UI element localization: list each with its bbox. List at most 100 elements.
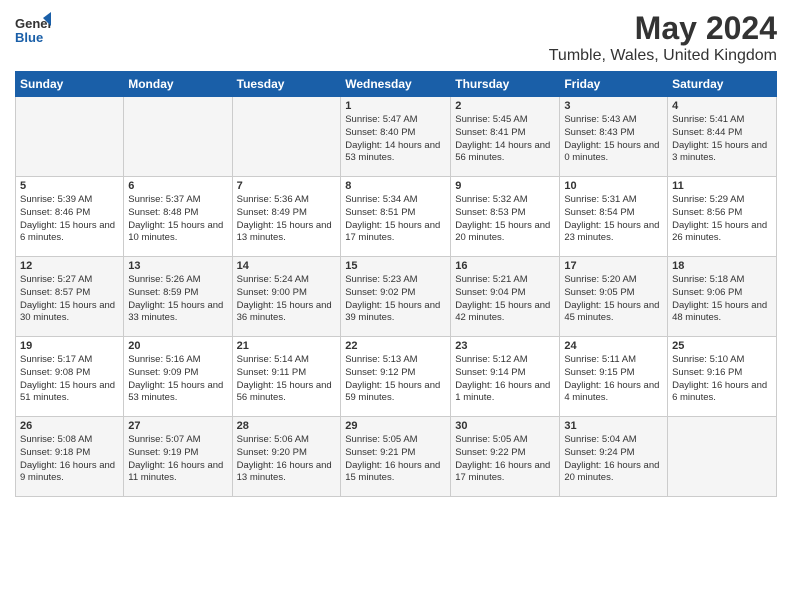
day-info: Sunrise: 5:39 AMSunset: 8:46 PMDaylight:… [20, 194, 119, 245]
svg-text:Blue: Blue [15, 30, 43, 45]
day-info: Sunrise: 5:20 AMSunset: 9:05 PMDaylight:… [564, 274, 663, 325]
week-row-4: 19 Sunrise: 5:17 AMSunset: 9:08 PMDayligh… [16, 337, 777, 417]
day-number: 3 [564, 100, 663, 112]
day-number: 5 [20, 180, 119, 192]
day-cell-1-1: 6Sunrise: 5:37 AMSunset: 8:48 PMDaylight… [124, 177, 232, 257]
day-info: Sunrise: 5:41 AMSunset: 8:44 PMDaylight:… [672, 114, 772, 165]
header: General Blue May 2024 Tumble, Wales, Uni… [15, 10, 777, 65]
day-info: Sunrise: 5:14 AMSunset: 9:11 PMDaylight:… [237, 354, 337, 405]
day-cell-4-0: 26 Sunrise: 5:08 AMSunset: 9:18 PMDayligh… [16, 417, 124, 497]
day-info: Sunrise: 5:05 AMSunset: 9:21 PMDaylight:… [345, 434, 446, 485]
day-info: Sunrise: 5:04 AMSunset: 9:24 PMDaylight:… [564, 434, 663, 485]
day-cell-3-5: 24Sunrise: 5:11 AMSunset: 9:15 PMDayligh… [560, 337, 668, 417]
day-number: 10 [564, 180, 663, 192]
day-cell-1-2: 7Sunrise: 5:36 AMSunset: 8:49 PMDaylight… [232, 177, 341, 257]
day-info: Sunrise: 5:32 AMSunset: 8:53 PMDaylight:… [455, 194, 555, 245]
header-wednesday: Wednesday [341, 72, 451, 97]
day-cell-2-0: 12 Sunrise: 5:27 AMSunset: 8:57 PMDayligh… [16, 257, 124, 337]
day-info: Sunrise: 5:12 AMSunset: 9:14 PMDaylight:… [455, 354, 555, 405]
day-number: 19 [20, 340, 119, 352]
day-info: Sunrise: 5:31 AMSunset: 8:54 PMDaylight:… [564, 194, 663, 245]
day-number: 23 [455, 340, 555, 352]
day-number: 26 [20, 420, 119, 432]
day-number: 6 [128, 180, 227, 192]
day-info: Sunrise: 5:29 AMSunset: 8:56 PMDaylight:… [672, 194, 772, 245]
day-info: Sunrise: 5:16 AMSunset: 9:09 PMDaylight:… [128, 354, 227, 405]
day-cell-1-4: 9 Sunrise: 5:32 AMSunset: 8:53 PMDaylight… [451, 177, 560, 257]
day-info: Sunrise: 5:23 AMSunset: 9:02 PMDaylight:… [345, 274, 446, 325]
day-cell-2-1: 13Sunrise: 5:26 AMSunset: 8:59 PMDayligh… [124, 257, 232, 337]
day-cell-3-4: 23 Sunrise: 5:12 AMSunset: 9:14 PMDayligh… [451, 337, 560, 417]
day-number: 24 [564, 340, 663, 352]
day-number: 15 [345, 260, 446, 272]
day-cell-0-5: 3Sunrise: 5:43 AMSunset: 8:43 PMDaylight… [560, 97, 668, 177]
day-cell-1-6: 11 Sunrise: 5:29 AMSunset: 8:56 PMDayligh… [668, 177, 777, 257]
day-cell-2-4: 16Sunrise: 5:21 AMSunset: 9:04 PMDayligh… [451, 257, 560, 337]
day-number: 25 [672, 340, 772, 352]
week-row-3: 12 Sunrise: 5:27 AMSunset: 8:57 PMDayligh… [16, 257, 777, 337]
day-cell-1-0: 5 Sunrise: 5:39 AMSunset: 8:46 PMDaylight… [16, 177, 124, 257]
day-info: Sunrise: 5:06 AMSunset: 9:20 PMDaylight:… [237, 434, 337, 485]
day-cell-0-4: 2Sunrise: 5:45 AMSunset: 8:41 PMDaylight… [451, 97, 560, 177]
header-saturday: Saturday [668, 72, 777, 97]
day-number: 13 [128, 260, 227, 272]
day-cell-1-5: 10 Sunrise: 5:31 AMSunset: 8:54 PMDayligh… [560, 177, 668, 257]
day-info: Sunrise: 5:36 AMSunset: 8:49 PMDaylight:… [237, 194, 337, 245]
logo-icon: General Blue [15, 10, 51, 46]
day-number: 20 [128, 340, 227, 352]
header-friday: Friday [560, 72, 668, 97]
day-info: Sunrise: 5:08 AMSunset: 9:18 PMDaylight:… [20, 434, 119, 485]
day-cell-4-5: 31 Sunrise: 5:04 AMSunset: 9:24 PMDayligh… [560, 417, 668, 497]
day-number: 30 [455, 420, 555, 432]
day-number: 27 [128, 420, 227, 432]
day-cell-4-6 [668, 417, 777, 497]
day-number: 17 [564, 260, 663, 272]
day-info: Sunrise: 5:18 AMSunset: 9:06 PMDaylight:… [672, 274, 772, 325]
main-title: May 2024 [549, 10, 777, 47]
header-sunday: Sunday [16, 72, 124, 97]
day-cell-3-6: 25 Sunrise: 5:10 AMSunset: 9:16 PMDayligh… [668, 337, 777, 417]
logo: General Blue [15, 10, 51, 51]
day-number: 4 [672, 100, 772, 112]
day-info: Sunrise: 5:34 AMSunset: 8:51 PMDaylight:… [345, 194, 446, 245]
day-number: 2 [455, 100, 555, 112]
day-cell-3-0: 19 Sunrise: 5:17 AMSunset: 9:08 PMDayligh… [16, 337, 124, 417]
day-info: Sunrise: 5:47 AMSunset: 8:40 PMDaylight:… [345, 114, 446, 165]
week-row-1: 1 Sunrise: 5:47 AMSunset: 8:40 PMDaylight… [16, 97, 777, 177]
day-cell-2-6: 18Sunrise: 5:18 AMSunset: 9:06 PMDayligh… [668, 257, 777, 337]
day-cell-3-2: 21Sunrise: 5:14 AMSunset: 9:11 PMDayligh… [232, 337, 341, 417]
day-number: 28 [237, 420, 337, 432]
day-cell-3-1: 20 Sunrise: 5:16 AMSunset: 9:09 PMDayligh… [124, 337, 232, 417]
header-monday: Monday [124, 72, 232, 97]
calendar-table: Sunday Monday Tuesday Wednesday Thursday… [15, 71, 777, 497]
week-row-2: 5 Sunrise: 5:39 AMSunset: 8:46 PMDaylight… [16, 177, 777, 257]
page: General Blue May 2024 Tumble, Wales, Uni… [0, 0, 792, 612]
day-number: 12 [20, 260, 119, 272]
day-info: Sunrise: 5:10 AMSunset: 9:16 PMDaylight:… [672, 354, 772, 405]
day-cell-0-6: 4 Sunrise: 5:41 AMSunset: 8:44 PMDaylight… [668, 97, 777, 177]
day-info: Sunrise: 5:05 AMSunset: 9:22 PMDaylight:… [455, 434, 555, 485]
day-cell-4-3: 29 Sunrise: 5:05 AMSunset: 9:21 PMDayligh… [341, 417, 451, 497]
day-number: 9 [455, 180, 555, 192]
day-cell-2-2: 14Sunrise: 5:24 AMSunset: 9:00 PMDayligh… [232, 257, 341, 337]
day-cell-3-3: 22Sunrise: 5:13 AMSunset: 9:12 PMDayligh… [341, 337, 451, 417]
subtitle: Tumble, Wales, United Kingdom [549, 47, 777, 65]
title-block: May 2024 Tumble, Wales, United Kingdom [549, 10, 777, 65]
day-number: 1 [345, 100, 446, 112]
day-cell-4-2: 28 Sunrise: 5:06 AMSunset: 9:20 PMDayligh… [232, 417, 341, 497]
day-cell-4-4: 30 Sunrise: 5:05 AMSunset: 9:22 PMDayligh… [451, 417, 560, 497]
day-cell-0-3: 1 Sunrise: 5:47 AMSunset: 8:40 PMDaylight… [341, 97, 451, 177]
day-cell-0-0 [16, 97, 124, 177]
day-info: Sunrise: 5:24 AMSunset: 9:00 PMDaylight:… [237, 274, 337, 325]
calendar-header-row: Sunday Monday Tuesday Wednesday Thursday… [16, 72, 777, 97]
day-number: 16 [455, 260, 555, 272]
day-number: 31 [564, 420, 663, 432]
day-cell-4-1: 27 Sunrise: 5:07 AMSunset: 9:19 PMDayligh… [124, 417, 232, 497]
day-number: 11 [672, 180, 772, 192]
day-cell-1-3: 8Sunrise: 5:34 AMSunset: 8:51 PMDaylight… [341, 177, 451, 257]
day-info: Sunrise: 5:17 AMSunset: 9:08 PMDaylight:… [20, 354, 119, 405]
header-thursday: Thursday [451, 72, 560, 97]
day-info: Sunrise: 5:27 AMSunset: 8:57 PMDaylight:… [20, 274, 119, 325]
day-number: 29 [345, 420, 446, 432]
day-info: Sunrise: 5:07 AMSunset: 9:19 PMDaylight:… [128, 434, 227, 485]
